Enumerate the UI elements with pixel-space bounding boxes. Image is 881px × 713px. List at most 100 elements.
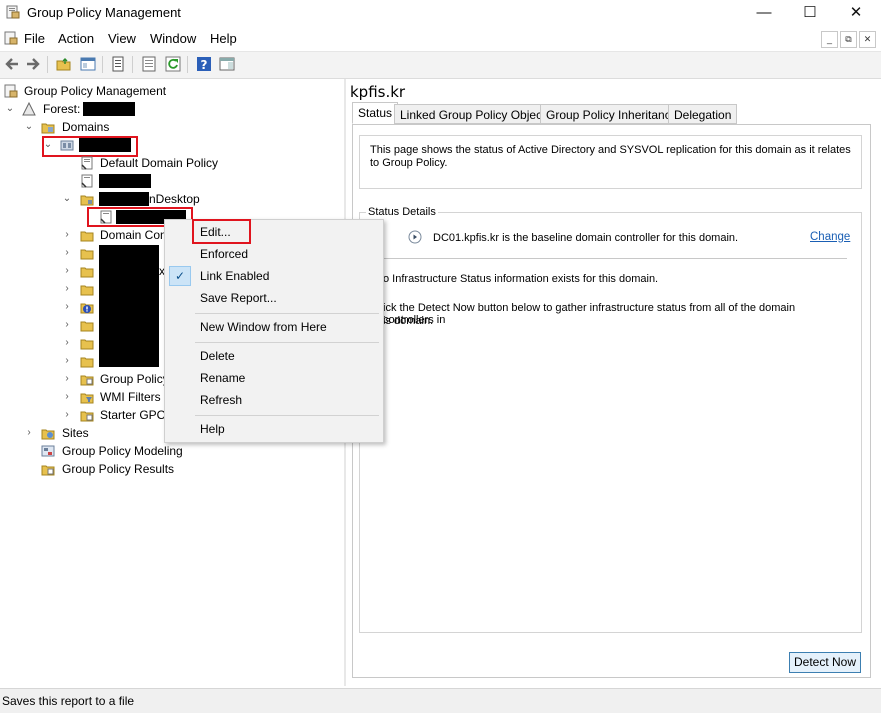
title-bar: Group Policy Management — ☐ ✕ xyxy=(0,0,881,26)
context-item-rename[interactable]: Rename xyxy=(200,368,245,388)
detect-now-button[interactable]: Detect Now xyxy=(789,652,861,673)
domains-folder-icon xyxy=(41,123,55,134)
context-item-refresh[interactable]: Refresh xyxy=(200,390,242,410)
show-hide-tree-icon[interactable] xyxy=(80,56,96,72)
redacted-ou-names xyxy=(99,245,159,367)
tree-label-group-policy-objects: Group Policy xyxy=(100,372,169,386)
domain-header-title: kpfis.kr xyxy=(350,83,406,101)
chevron-right-icon[interactable]: › xyxy=(62,406,72,424)
mdi-close-button[interactable]: ✕ xyxy=(859,31,876,48)
tree-label-domains: Domains xyxy=(62,120,110,134)
menu-separator xyxy=(195,415,379,416)
menu-action[interactable]: Action xyxy=(58,31,94,46)
tree-node-default-domain-policy[interactable]: Default Domain Policy xyxy=(0,154,340,172)
info-text: This page shows the status of Active Dir… xyxy=(370,144,851,169)
chevron-down-icon[interactable]: ⌄ xyxy=(62,190,72,208)
chevron-right-icon[interactable]: › xyxy=(62,316,72,334)
ou-folder-icon xyxy=(80,195,94,206)
context-item-help[interactable]: Help xyxy=(200,419,225,439)
chevron-down-icon[interactable]: ⌄ xyxy=(5,100,15,118)
details-divider xyxy=(382,258,847,259)
tree-label-wmi-filters: WMI Filters xyxy=(100,390,161,404)
export-list-icon[interactable] xyxy=(141,56,157,72)
expand-circle-icon[interactable] xyxy=(408,230,422,244)
chevron-right-icon[interactable]: › xyxy=(62,262,72,280)
context-menu: Edit... Enforced ✓ Link Enabled Save Rep… xyxy=(164,219,384,443)
close-button[interactable]: ✕ xyxy=(833,0,879,26)
menu-bar: File Action View Window Help xyxy=(0,26,881,50)
tab-delegation[interactable]: Delegation xyxy=(668,104,738,124)
show-action-pane-icon[interactable] xyxy=(219,56,235,72)
up-folder-icon[interactable] xyxy=(56,56,72,72)
tree-node-root[interactable]: Group Policy Management xyxy=(0,82,340,100)
context-item-enforced[interactable]: Enforced xyxy=(200,244,248,264)
chevron-right-icon[interactable]: › xyxy=(62,352,72,370)
menu-separator xyxy=(195,342,379,343)
tree-label-forest: Forest: xyxy=(43,102,81,116)
toolbar-separator xyxy=(132,56,133,73)
maximize-button[interactable]: ☐ xyxy=(787,0,833,26)
system-menu-icon[interactable] xyxy=(4,31,18,45)
gpo-link-icon xyxy=(81,156,93,170)
menu-separator xyxy=(195,313,379,314)
detect-instructions-text: ick the Detect Now button below to gathe… xyxy=(383,302,796,326)
context-item-delete[interactable]: Delete xyxy=(200,346,235,366)
tree-label-domain-controllers: Domain Con xyxy=(100,228,167,242)
status-details-title: Status Details xyxy=(366,206,438,218)
menu-help[interactable]: Help xyxy=(210,31,237,46)
context-item-link-enabled[interactable]: Link Enabled xyxy=(200,266,269,286)
tree-node-forest[interactable]: ⌄ Forest: xyxy=(0,100,340,118)
gpmc-app-icon xyxy=(6,5,20,19)
chevron-right-icon[interactable]: › xyxy=(24,424,34,442)
context-item-save-report[interactable]: Save Report... xyxy=(200,288,277,308)
tab-linked-gpos[interactable]: Linked Group Policy Objects xyxy=(394,104,558,124)
chevron-down-icon[interactable]: ⌄ xyxy=(24,118,34,136)
context-item-new-window[interactable]: New Window from Here xyxy=(200,317,327,337)
redacted-gpo-name xyxy=(99,174,151,188)
refresh-icon[interactable] xyxy=(165,56,181,72)
chevron-right-icon[interactable]: › xyxy=(62,244,72,262)
tree-node-domains[interactable]: ⌄ Domains xyxy=(0,118,340,136)
tree-label-results: Group Policy Results xyxy=(62,462,175,476)
tab-status[interactable]: Status xyxy=(352,102,399,124)
status-bar: Saves this report to a file xyxy=(0,688,881,713)
mdi-minimize-button[interactable]: _ xyxy=(821,31,838,48)
results-icon xyxy=(41,465,55,476)
mdi-restore-button[interactable]: ⧉ xyxy=(840,31,857,48)
chevron-right-icon[interactable]: › xyxy=(62,298,72,316)
tree-label-modeling: Group Policy Modeling xyxy=(62,444,183,458)
tree-node-starter-gpos[interactable]: › Starter GPOs xyxy=(0,406,172,424)
chevron-right-icon[interactable]: › xyxy=(62,280,72,298)
tree-label-ou-desktop: nDesktop xyxy=(149,192,200,206)
menu-window[interactable]: Window xyxy=(150,31,196,46)
properties-icon[interactable] xyxy=(110,56,126,72)
back-icon[interactable] xyxy=(4,56,20,72)
tree-node-group-policy-objects[interactable]: › Group Policy xyxy=(0,370,170,388)
starter-gpo-icon xyxy=(80,411,94,422)
highlight-box-edit xyxy=(192,219,251,244)
tree-node-modeling[interactable]: Group Policy Modeling xyxy=(0,442,340,460)
tree-node-wmi-filters[interactable]: › WMI Filters xyxy=(0,388,170,406)
menu-view[interactable]: View xyxy=(108,31,136,46)
toolbar: ? xyxy=(0,51,881,79)
status-bar-text: Saves this report to a file xyxy=(2,694,135,708)
ou-folder-icon xyxy=(80,321,94,332)
change-link[interactable]: Change xyxy=(810,231,850,243)
chevron-right-icon[interactable]: › xyxy=(62,388,72,406)
help-icon[interactable]: ? xyxy=(196,56,212,72)
chevron-right-icon[interactable]: › xyxy=(62,226,72,244)
window-title: Group Policy Management xyxy=(27,5,181,20)
forest-icon xyxy=(22,102,36,116)
tree-node-gpo-redacted[interactable] xyxy=(0,172,340,190)
sites-icon xyxy=(41,429,55,440)
forward-icon[interactable] xyxy=(25,56,41,72)
info-box: This page shows the status of Active Dir… xyxy=(359,135,862,189)
tree-node-ou-desktop[interactable]: ⌄ nDesktop xyxy=(0,190,340,208)
tree-node-results[interactable]: Group Policy Results xyxy=(0,460,340,478)
chevron-right-icon[interactable]: › xyxy=(62,334,72,352)
tab-gp-inheritance[interactable]: Group Policy Inheritance xyxy=(540,104,684,124)
ou-folder-icon xyxy=(80,267,94,278)
chevron-right-icon[interactable]: › xyxy=(62,370,72,388)
minimize-button[interactable]: — xyxy=(741,0,787,26)
menu-file[interactable]: File xyxy=(24,31,45,46)
